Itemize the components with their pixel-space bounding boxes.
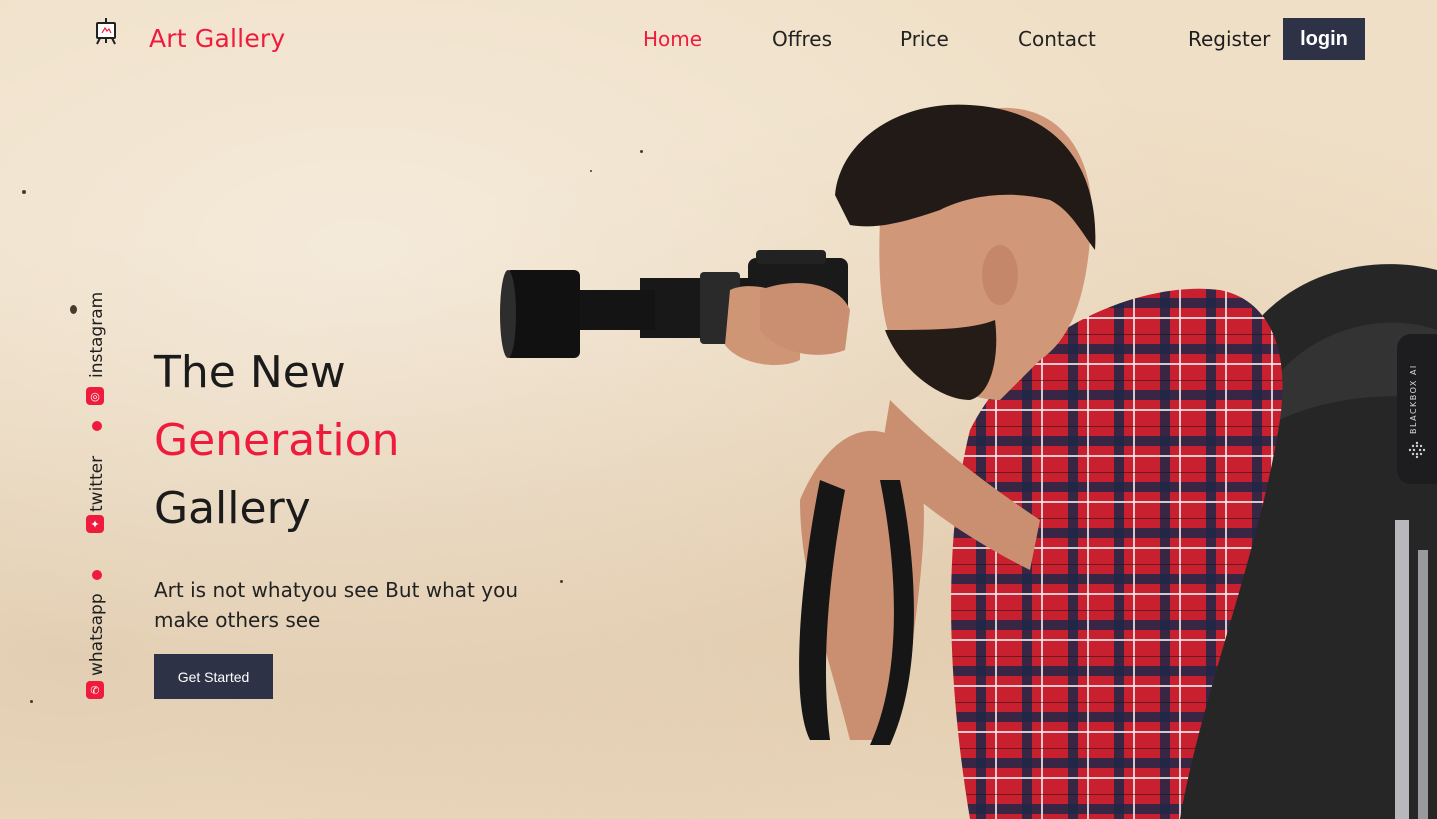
blackbox-side-tab[interactable]: BLACKBOX AI bbox=[1397, 334, 1437, 484]
nav-link-offres[interactable]: Offres bbox=[772, 27, 832, 51]
side-tab-label: BLACKBOX AI bbox=[1409, 364, 1418, 434]
instagram-icon: ◎ bbox=[86, 387, 104, 405]
photographer-image bbox=[500, 104, 1437, 819]
social-separator-dot bbox=[92, 421, 102, 431]
nav-link-home[interactable]: Home bbox=[643, 27, 702, 51]
social-link-twitter[interactable]: twitter ✦ bbox=[84, 456, 108, 536]
background-speck bbox=[70, 305, 77, 314]
social-link-instagram[interactable]: instagram ◎ bbox=[84, 292, 108, 406]
social-links: instagram ◎ twitter ✦ whatsapp ✆ bbox=[84, 292, 108, 706]
background-speck bbox=[30, 700, 33, 703]
register-link[interactable]: Register bbox=[1188, 27, 1270, 51]
whatsapp-icon: ✆ bbox=[86, 681, 104, 699]
social-link-whatsapp[interactable]: whatsapp ✆ bbox=[84, 593, 108, 701]
twitter-icon: ✦ bbox=[86, 515, 104, 533]
background-speck bbox=[22, 190, 26, 194]
get-started-button[interactable]: Get Started bbox=[154, 654, 273, 699]
hero-title-line-2: Generation bbox=[154, 415, 400, 466]
hero-title-line-1: The New bbox=[154, 347, 346, 398]
easel-icon[interactable] bbox=[94, 17, 118, 45]
nav-link-contact[interactable]: Contact bbox=[1018, 27, 1096, 51]
brand-name[interactable]: Art Gallery bbox=[149, 24, 285, 53]
dots-grid-icon bbox=[1408, 441, 1426, 459]
social-separator-dot bbox=[92, 570, 102, 580]
social-label-whatsapp: whatsapp bbox=[87, 593, 107, 676]
social-label-instagram: instagram bbox=[87, 291, 107, 378]
login-button[interactable]: login bbox=[1283, 18, 1365, 60]
social-label-twitter: twitter bbox=[87, 455, 107, 512]
hero-title-line-3: Gallery bbox=[154, 483, 311, 534]
hero-tagline: Art is not whatyou see But what you make… bbox=[154, 578, 519, 632]
nav-link-price[interactable]: Price bbox=[900, 27, 949, 51]
